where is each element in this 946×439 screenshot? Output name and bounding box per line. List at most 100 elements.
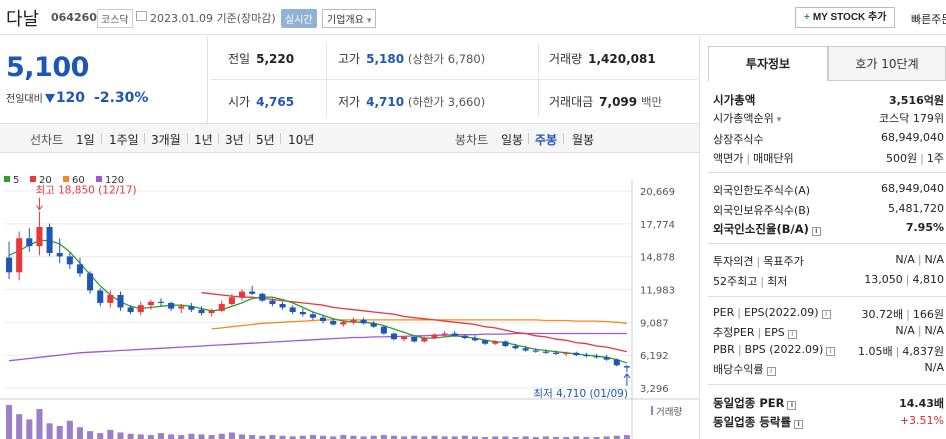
candle-body — [178, 306, 185, 309]
tab-orderbook[interactable]: 호가 10단계 — [828, 46, 946, 81]
info-icon[interactable]: i — [811, 227, 821, 236]
cap-rank-text: 시가총액순위 — [713, 112, 774, 125]
period-1d[interactable]: 1일 — [76, 131, 95, 148]
volume-bar — [178, 435, 185, 439]
volume-bar — [117, 432, 124, 439]
industry-per-row: 동일업종 PER i 14.43배 — [713, 395, 946, 414]
volume-bar — [340, 435, 347, 439]
candle-body — [16, 238, 23, 273]
foreign-hold-label: 외국인보유주식수(B) — [713, 204, 811, 217]
opinion-amount: N/A — [895, 253, 915, 266]
volume-bar — [76, 427, 84, 439]
candle-body — [461, 335, 468, 339]
candle-body — [208, 310, 215, 314]
separator: | — [917, 253, 922, 266]
volume-bar — [87, 431, 94, 439]
period-3y[interactable]: 3년 — [225, 131, 244, 148]
volume-bar — [623, 435, 630, 439]
candle-body — [46, 226, 53, 254]
candle-body — [522, 348, 529, 351]
foreign-ratio-value: 7.95% — [905, 221, 944, 234]
period-weekly-candle[interactable]: 주봉 — [535, 131, 557, 148]
separator: | — [757, 326, 762, 339]
divider — [708, 296, 946, 297]
realtime-button[interactable]: 실시간 — [281, 9, 317, 28]
ma60-line — [211, 319, 627, 330]
candle-body — [350, 319, 357, 323]
candle-body — [127, 307, 134, 312]
volume-bar — [137, 434, 144, 439]
tab-investment-info[interactable]: 투자정보 — [708, 46, 828, 81]
candle-body — [421, 338, 428, 342]
period-monthly-candle[interactable]: 월봉 — [572, 131, 594, 148]
volume-bar — [188, 433, 195, 439]
volume-bar — [6, 405, 13, 439]
divider — [101, 133, 102, 144]
company-overview-dropdown[interactable]: 기업개요 ▾ — [322, 9, 377, 28]
candle-body — [168, 302, 175, 309]
info-icon[interactable]: i — [821, 310, 831, 319]
volume-label: 거래량 — [549, 52, 583, 66]
legend-swatch — [96, 176, 102, 182]
candle-body — [299, 311, 306, 315]
info-icon[interactable]: i — [766, 367, 776, 376]
foreign-ratio-row: 외국인소진율(B/A) i 7.95% — [713, 221, 946, 240]
candle-body — [390, 333, 398, 340]
info-icon[interactable]: i — [787, 401, 797, 410]
add-mystock-label: MY STOCK 추가 — [812, 12, 887, 23]
legend-swatch — [30, 176, 36, 182]
candle-body — [542, 351, 549, 353]
volume-bar — [46, 423, 53, 439]
period-10y[interactable]: 10년 — [288, 131, 314, 148]
price-chart: 20,669 17,774 14,878 11,983 9,087 6,192 3,296 5… — [0, 154, 699, 439]
foreign-limit-row: 외국인한도주식수(A) 68,949,040 — [713, 182, 946, 201]
volume-bar — [157, 433, 165, 439]
divider — [528, 133, 529, 144]
info-icon[interactable]: i — [794, 420, 804, 429]
prev-close-value: 5,220 — [256, 52, 295, 66]
period-daily-candle[interactable]: 일봉 — [501, 131, 523, 148]
period-1y[interactable]: 1년 — [194, 131, 213, 148]
divider — [708, 384, 946, 385]
open-price: 시가 4,765 — [228, 93, 294, 110]
candle-body — [441, 333, 448, 335]
quick-order-link[interactable]: 빠른주문 — [911, 11, 946, 27]
stock-name: 다날 — [6, 9, 40, 30]
volume-bar — [238, 434, 246, 439]
industry-change-text: 동일업종 등락률 — [713, 415, 792, 429]
amount-value: 7,099 — [599, 95, 638, 109]
market-badge: 코스닥 — [97, 9, 133, 28]
industry-per-label: 동일업종 PER i — [713, 395, 797, 411]
volume-bar — [228, 432, 235, 439]
y-tick-label: 20,669 — [640, 187, 675, 198]
prev-close-label: 전일 — [228, 52, 251, 66]
period-1w[interactable]: 1주일 — [109, 131, 139, 148]
candle-body — [613, 359, 620, 366]
y-tick-label: 11,983 — [640, 285, 675, 296]
candle-body — [471, 338, 479, 341]
volume-value: 1,420,081 — [588, 52, 656, 66]
separator: | — [760, 275, 765, 288]
period-3m[interactable]: 3개월 — [151, 131, 181, 148]
eps-text: EPS(2022.09) — [743, 306, 819, 319]
info-icon[interactable]: i — [787, 330, 797, 339]
candle-body — [583, 355, 590, 357]
info-icon[interactable]: i — [826, 347, 836, 356]
add-mystock-button[interactable]: + MY STOCK 추가 — [795, 7, 896, 28]
bps-text: BPS (2022.09) — [744, 343, 824, 356]
period-5y[interactable]: 5년 — [256, 131, 275, 148]
amount-label: 거래대금 — [549, 95, 594, 109]
down-triangle-icon — [44, 94, 55, 103]
divider — [218, 133, 219, 144]
volume-bar — [198, 434, 205, 439]
volume-bar — [56, 425, 63, 439]
low-label: 저가 — [338, 95, 361, 109]
chevron-down-icon[interactable]: ▾ — [777, 115, 782, 125]
candle-body — [249, 291, 256, 294]
candle-body — [228, 297, 235, 305]
pbr-amount: 1.05배 — [858, 345, 893, 358]
candle-body — [188, 306, 195, 310]
trade-unit-amount: 1주 — [926, 152, 944, 165]
est-per-value: N/A | N/A — [895, 324, 944, 337]
candle-body — [563, 352, 570, 354]
